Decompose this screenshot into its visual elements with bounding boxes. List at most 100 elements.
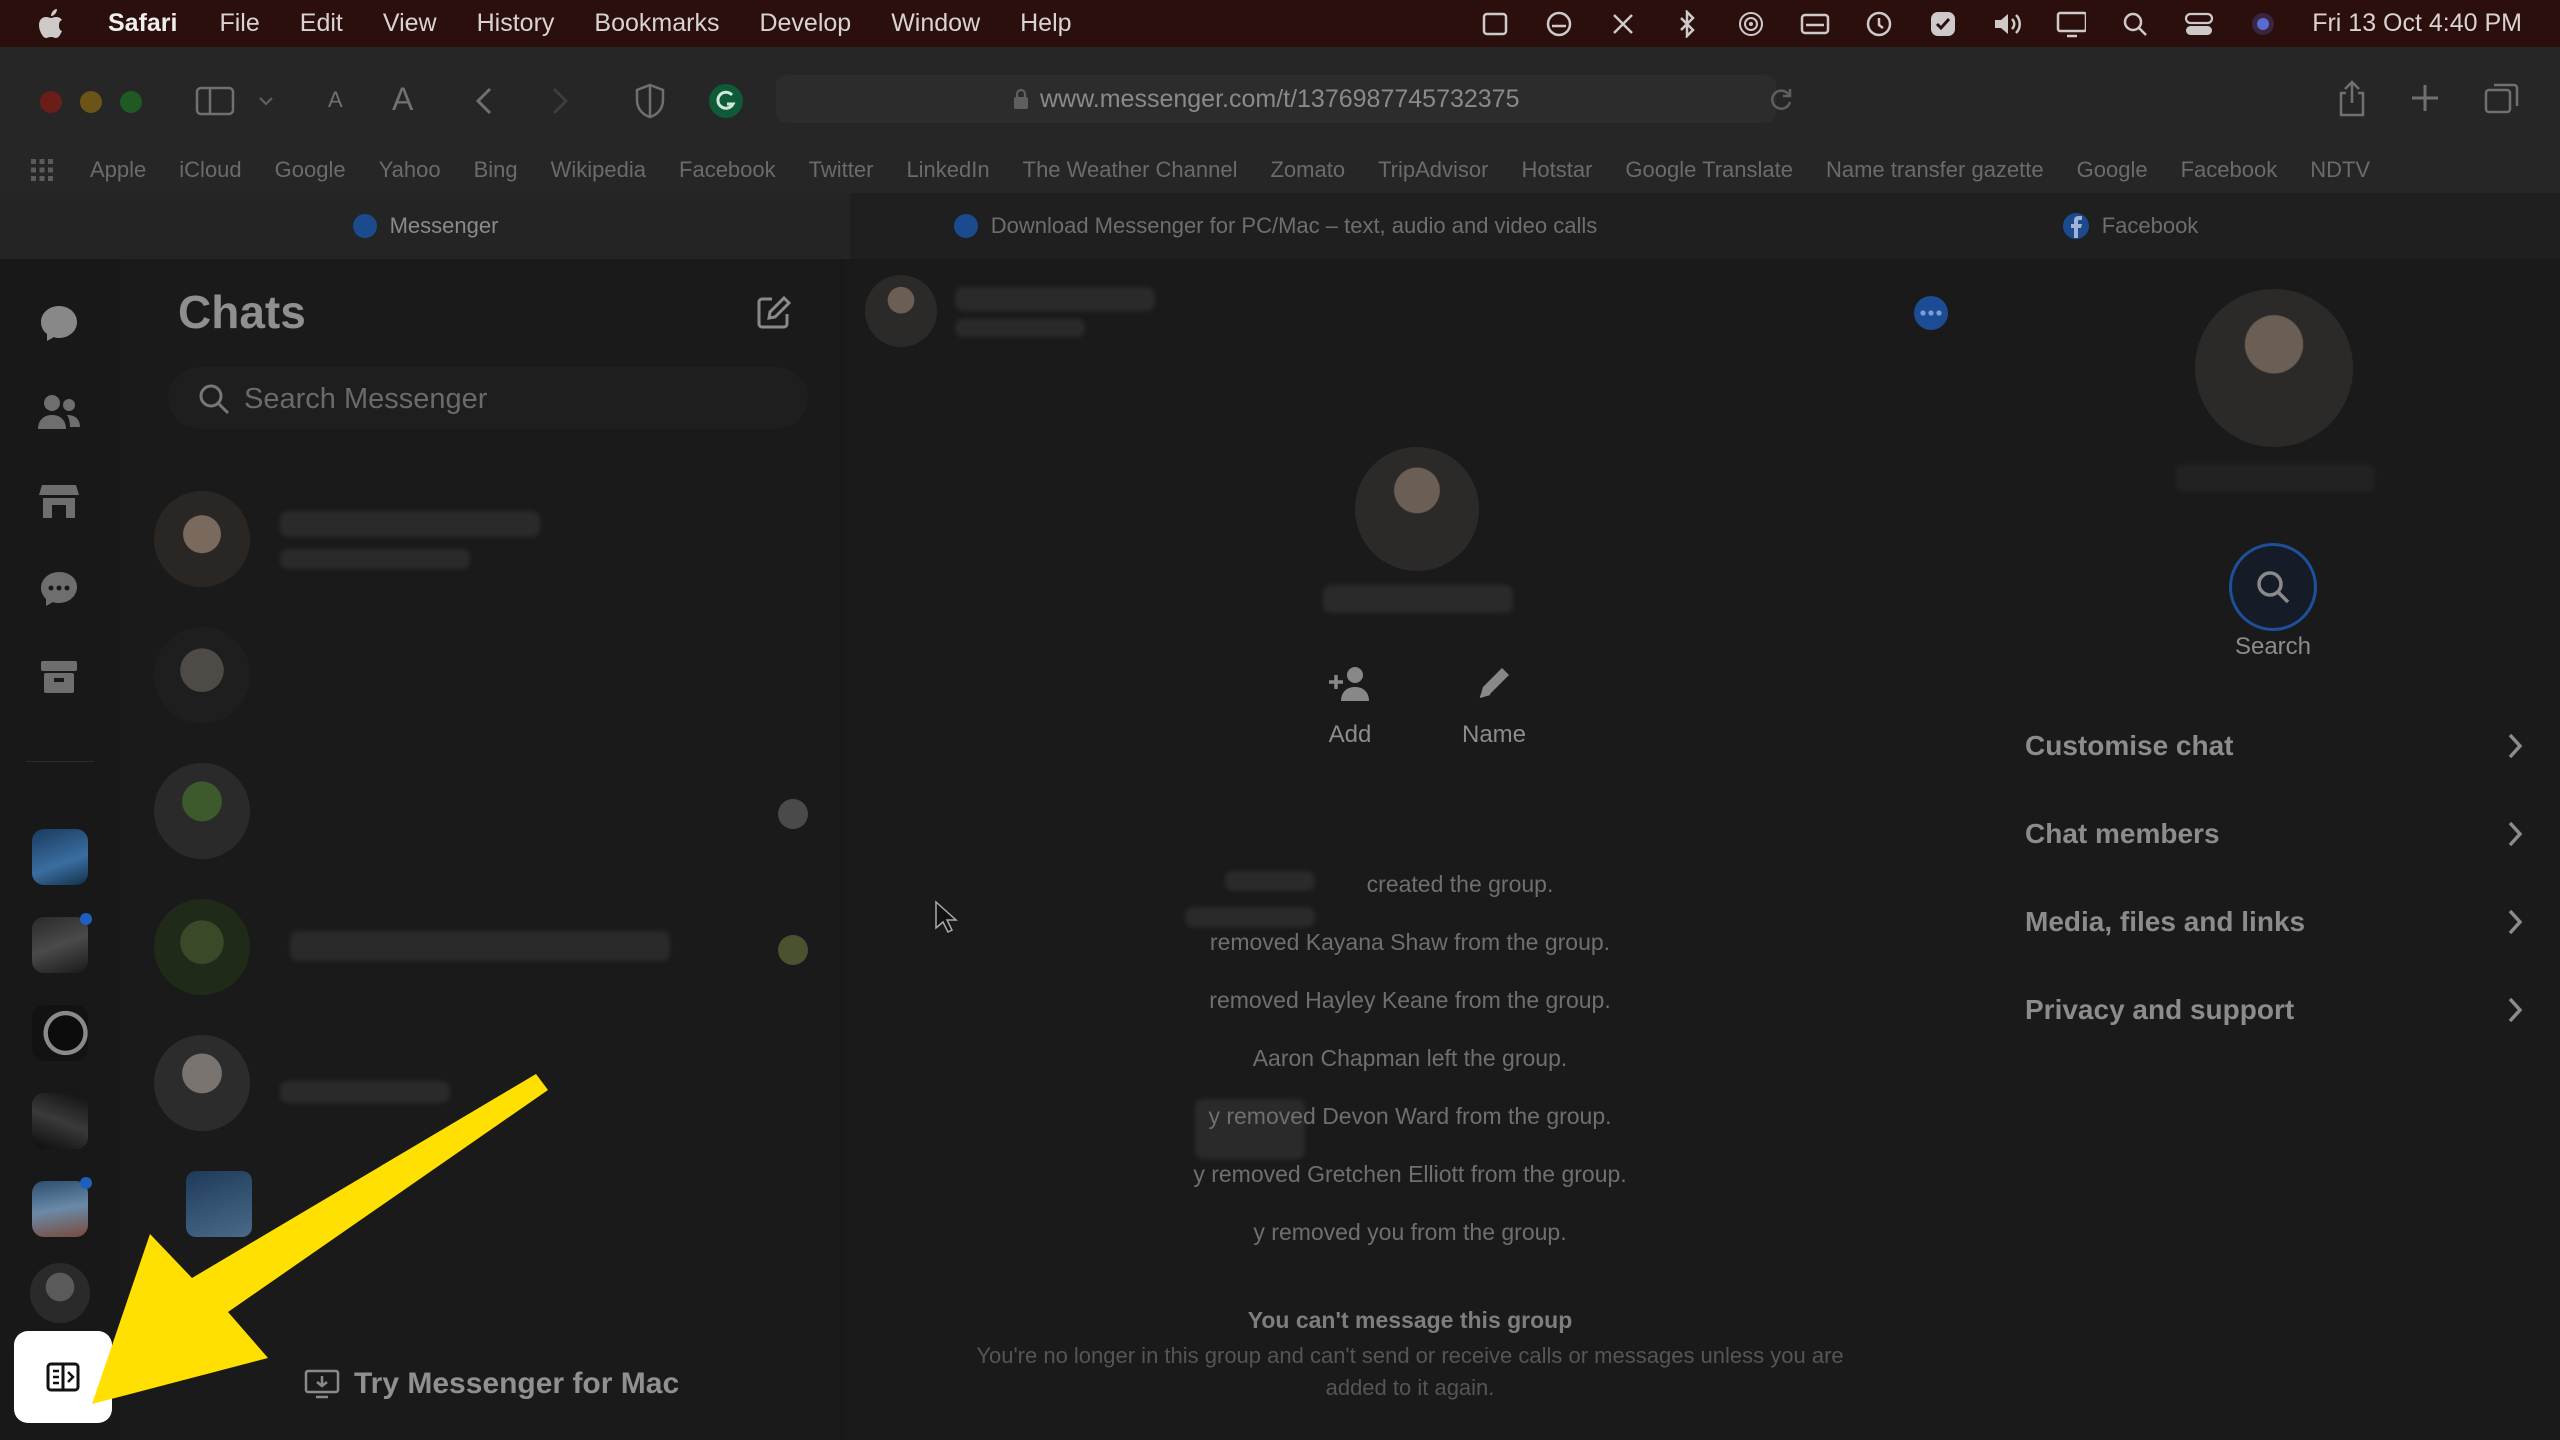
menu-develop[interactable]: Develop — [759, 9, 851, 38]
menubar-clock[interactable]: Fri 13 Oct 4:40 PM — [2312, 9, 2522, 38]
menu-bookmarks[interactable]: Bookmarks — [594, 9, 719, 38]
volume-icon[interactable] — [1992, 9, 2022, 39]
cannot-message-body: added to it again. — [1325, 1375, 1495, 1400]
community-shortcut-icon[interactable] — [32, 917, 88, 973]
display-icon[interactable] — [2056, 9, 2087, 39]
search-icon — [198, 383, 230, 415]
search-input[interactable]: Search Messenger — [168, 367, 808, 429]
grammarly-extension-icon[interactable] — [708, 83, 744, 119]
window-zoom-button[interactable] — [120, 91, 142, 113]
bookmark-twitter[interactable]: Twitter — [809, 157, 874, 183]
bookmark-wikipedia[interactable]: Wikipedia — [551, 157, 646, 183]
apple-menu-icon[interactable] — [38, 8, 64, 39]
list-item[interactable] — [150, 749, 820, 873]
new-message-icon[interactable] — [756, 295, 792, 331]
window-minimize-button[interactable] — [80, 91, 102, 113]
community-shortcut-icon[interactable] — [32, 1005, 88, 1061]
list-item[interactable] — [150, 613, 820, 737]
sidebar-toggle-icon[interactable] — [195, 85, 235, 117]
add-label: Add — [1328, 721, 1372, 748]
tab-messenger[interactable]: Messenger — [0, 193, 850, 259]
menu-history[interactable]: History — [477, 9, 555, 38]
chats-nav-icon[interactable] — [38, 303, 80, 345]
checkmark-status-icon[interactable] — [1928, 9, 1958, 39]
reload-icon[interactable] — [1768, 86, 1794, 112]
bookmark-name-transfer-gazette[interactable]: Name transfer gazette — [1826, 157, 2044, 183]
message-requests-nav-icon[interactable] — [38, 569, 80, 609]
group-name-redacted — [955, 287, 1155, 311]
tab-overview-icon[interactable] — [2484, 81, 2520, 115]
bookmark-yahoo[interactable]: Yahoo — [379, 157, 441, 183]
name-label: Name — [1461, 721, 1527, 748]
tab-facebook[interactable]: Facebook — [1700, 193, 2560, 259]
cannot-message-body: You're no longer in this group and can't… — [976, 1343, 1844, 1368]
tab-label: Messenger — [389, 213, 499, 238]
siri-icon[interactable] — [2248, 9, 2278, 39]
redacted-name — [1185, 907, 1315, 927]
name-button[interactable]: Name — [1449, 665, 1539, 749]
media-files-links-row[interactable]: Media, files and links — [2025, 897, 2525, 947]
address-bar[interactable]: www.messenger.com/t/1376987745732375 — [776, 75, 1792, 123]
search-in-conversation-button[interactable] — [2229, 543, 2317, 631]
window-close-button[interactable] — [40, 91, 62, 113]
menu-edit[interactable]: Edit — [300, 9, 343, 38]
chevron-right-icon — [2505, 819, 2525, 849]
more-options-icon[interactable] — [1913, 295, 1949, 331]
menu-help[interactable]: Help — [1020, 9, 1071, 38]
text-smaller-icon[interactable]: A — [328, 87, 343, 113]
chat-members-row[interactable]: Chat members — [2025, 809, 2525, 859]
fan-status-icon[interactable] — [1608, 9, 1638, 39]
tab-download-messenger[interactable]: Download Messenger for PC/Mac – text, au… — [850, 193, 1700, 259]
menu-file[interactable]: File — [219, 9, 259, 38]
keyboard-status-icon[interactable] — [1800, 9, 1830, 39]
spotlight-search-icon[interactable] — [2120, 9, 2150, 39]
chevron-down-icon[interactable] — [258, 95, 274, 107]
list-item[interactable] — [150, 477, 820, 601]
customise-chat-row[interactable]: Customise chat — [2025, 721, 2525, 771]
time-machine-icon[interactable] — [1864, 9, 1894, 39]
pointer-status-icon[interactable] — [1480, 9, 1510, 39]
bookmark-apple[interactable]: Apple — [90, 157, 146, 183]
menu-app-name[interactable]: Safari — [108, 9, 177, 38]
browser-toolbar: A A www.messenger.com/t/1376987745732375 — [0, 47, 2560, 147]
bookmark-weather-channel[interactable]: The Weather Channel — [1023, 157, 1238, 183]
share-icon[interactable] — [2336, 79, 2368, 117]
row-label: Media, files and links — [2025, 906, 2306, 937]
tab-label: Facebook — [2101, 213, 2199, 238]
bookmark-google-translate[interactable]: Google Translate — [1625, 157, 1793, 183]
community-shortcut-icon[interactable] — [32, 829, 88, 885]
add-button[interactable]: Add — [1305, 665, 1395, 749]
bookmark-zomato[interactable]: Zomato — [1270, 157, 1345, 183]
airdrop-icon[interactable] — [1736, 9, 1766, 39]
privacy-shield-icon[interactable] — [634, 83, 666, 119]
text-larger-icon[interactable]: A — [392, 81, 413, 118]
bookmark-bing[interactable]: Bing — [474, 157, 518, 183]
bookmark-tripadvisor[interactable]: TripAdvisor — [1378, 157, 1488, 183]
apps-grid-icon[interactable] — [30, 158, 54, 182]
marketplace-nav-icon[interactable] — [38, 481, 80, 521]
bookmark-google-2[interactable]: Google — [2077, 157, 2148, 183]
vpn-status-icon[interactable] — [1544, 9, 1574, 39]
chat-info-panel: Search Customise chat Chat members Media… — [1975, 259, 2560, 1440]
url-text[interactable]: www.messenger.com/t/1376987745732375 — [1040, 85, 1520, 114]
privacy-support-row[interactable]: Privacy and support — [2025, 985, 2525, 1035]
group-header-avatar[interactable] — [865, 275, 937, 347]
bookmark-icloud[interactable]: iCloud — [179, 157, 241, 183]
control-center-icon[interactable] — [2184, 9, 2214, 39]
bluetooth-icon[interactable] — [1672, 9, 1702, 39]
bookmark-ndtv[interactable]: NDTV — [2310, 157, 2370, 183]
bookmark-facebook[interactable]: Facebook — [679, 157, 776, 183]
bookmark-facebook-2[interactable]: Facebook — [2181, 157, 2278, 183]
back-icon[interactable] — [472, 85, 496, 117]
bookmark-hotstar[interactable]: Hotstar — [1522, 157, 1593, 183]
new-tab-icon[interactable] — [2410, 83, 2440, 113]
bookmark-google[interactable]: Google — [275, 157, 346, 183]
archive-nav-icon[interactable] — [38, 657, 80, 697]
forward-icon[interactable] — [548, 85, 572, 117]
menu-window[interactable]: Window — [891, 9, 980, 38]
bookmark-linkedin[interactable]: LinkedIn — [906, 157, 989, 183]
menu-view[interactable]: View — [383, 9, 437, 38]
conversation-pane: Add Name created the group. removed Kaya… — [845, 259, 1975, 1440]
list-item[interactable] — [150, 885, 820, 1009]
people-nav-icon[interactable] — [36, 393, 82, 433]
